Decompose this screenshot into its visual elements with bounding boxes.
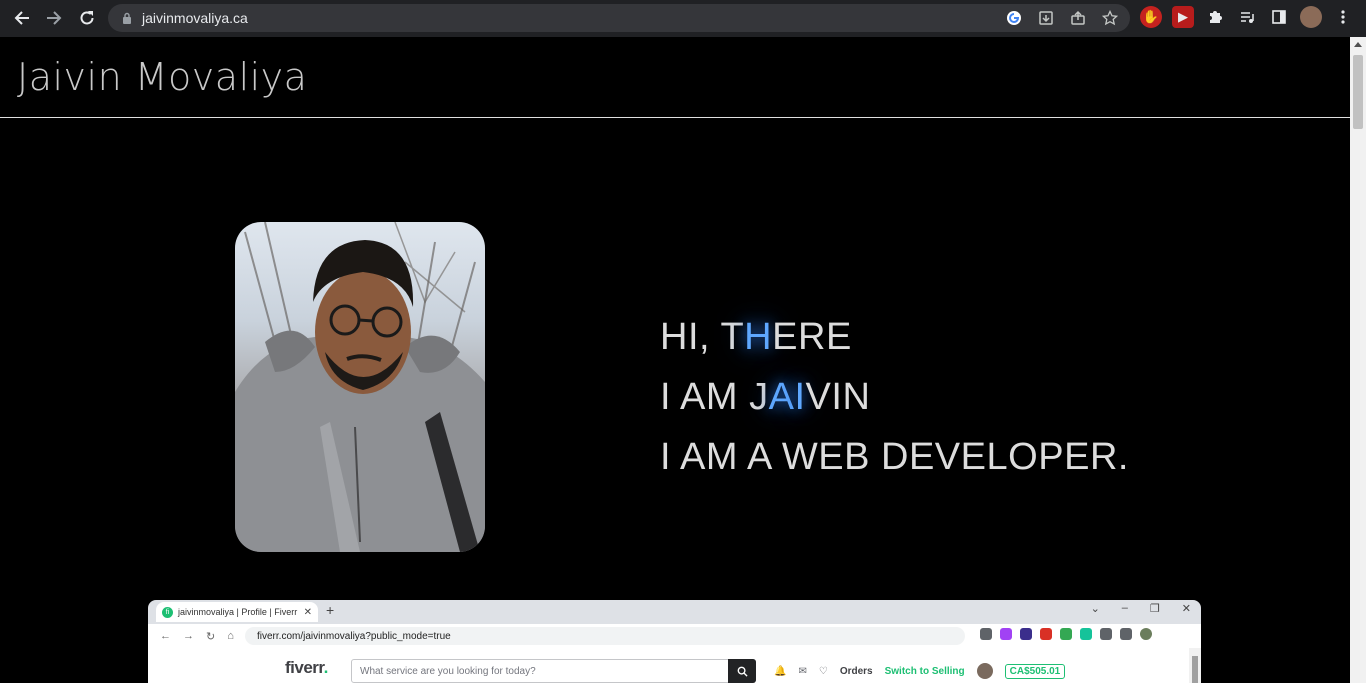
scrollbar-thumb[interactable] [1353,55,1363,129]
embed-user-avatar [976,663,993,679]
window-controls: ⌄ – ❐ ✕ [1091,602,1191,615]
close-tab-icon: ✕ [303,606,312,618]
embed-toolbar: ← → ↻ ⌂ fiverr.com/jaivinmovaliya?public… [148,624,1201,648]
embedded-fiverr-screenshot: fi jaivinmovaliya | Profile | Fiverr ✕ +… [148,600,1201,683]
hero-greeting: HI, THERE I AM JAIVIN I AM A WEB DEVELOP… [660,307,1129,487]
embed-forward-icon: → [183,630,194,642]
minimize-icon: – [1121,602,1128,614]
install-icon[interactable] [1036,8,1056,28]
embed-extension-icon [1120,628,1132,640]
hero-line-1: HI, THERE [660,316,852,358]
profile-avatar-icon[interactable] [1300,6,1322,28]
google-lens-icon[interactable] [1004,8,1024,28]
stop-hand-extension-icon[interactable]: ✋ [1140,6,1162,28]
new-tab-icon: + [326,602,335,618]
embed-home-icon: ⌂ [227,630,234,642]
embed-tab-title: jaivinmovaliya | Profile | Fiverr [178,607,298,617]
share-icon[interactable] [1068,8,1088,28]
embed-extension-icon [1100,628,1112,640]
forward-button[interactable] [42,6,66,30]
reload-icon [80,11,94,25]
restore-icon: ❐ [1149,603,1160,615]
close-window-icon: ✕ [1181,603,1191,615]
side-panel-icon[interactable] [1268,6,1290,28]
embed-address-bar: fiverr.com/jaivinmovaliya?public_mode=tr… [245,627,965,645]
embed-scrollbar [1189,648,1201,683]
fiverr-favicon-icon: fi [162,606,173,618]
chevron-down-icon: ⌄ [1090,603,1100,615]
embed-nav: 🔔 ✉ ♡ Orders Switch to Selling CA$505.01 [774,663,1066,679]
embed-extensions [980,628,1152,640]
profile-photo [235,222,485,552]
browser-toolbar: jaivinmovaliya.ca ✋ ▶ [0,0,1366,37]
embed-extension-icon [980,628,992,640]
back-button[interactable] [10,6,34,30]
embed-balance: CA$505.01 [1004,663,1066,679]
bookmark-star-icon[interactable] [1100,8,1120,28]
page-scrollbar[interactable] [1350,37,1366,683]
url-text: jaivinmovaliya.ca [142,10,248,26]
embed-address-text: fiverr.com/jaivinmovaliya?public_mode=tr… [257,630,451,642]
embed-extension-icon [1000,628,1012,640]
notifications-bell-icon: 🔔 [774,665,787,677]
video-extension-icon[interactable]: ▶ [1172,6,1194,28]
page-content: Jaivin Movaliya HI, THERE I AM JAIVIN I … [0,37,1350,683]
embed-extension-icon [1060,628,1072,640]
embed-fiverr-page: fiverr. What service are you looking for… [148,648,1201,683]
embed-avatar-icon [1140,628,1152,640]
lock-icon [123,12,131,24]
site-title[interactable]: Jaivin Movaliya [17,55,307,99]
reload-button[interactable] [75,6,99,30]
embed-extension-icon [1040,628,1052,640]
embed-search-input: What service are you looking for today? [351,659,756,683]
favorites-heart-icon: ♡ [818,665,828,677]
arrow-left-icon [14,11,29,25]
site-header: Jaivin Movaliya [0,37,1350,118]
search-icon [737,666,748,677]
media-playlist-icon[interactable] [1236,6,1258,28]
hero-line-3: I AM A WEB DEVELOPER. [660,436,1129,478]
embed-search-button [728,659,756,683]
fiverr-logo: fiverr. [285,658,328,677]
messages-envelope-icon: ✉ [798,665,807,677]
embed-reload-icon: ↻ [206,630,216,643]
embed-orders-link: Orders [839,665,873,677]
menu-kebab-icon[interactable] [1332,6,1354,28]
embed-tab: fi jaivinmovaliya | Profile | Fiverr ✕ [156,602,318,622]
extensions-puzzle-icon[interactable] [1204,6,1226,28]
arrow-right-icon [47,11,62,25]
hero-line-2: I AM JAIVIN [660,376,871,418]
embed-back-icon: ← [160,630,171,642]
embed-extension-icon [1020,628,1032,640]
scroll-up-arrow-icon[interactable] [1354,42,1362,47]
embed-extension-icon [1080,628,1092,640]
address-bar[interactable]: jaivinmovaliya.ca [108,4,1130,32]
embed-switch-selling-link: Switch to Selling [884,665,965,677]
